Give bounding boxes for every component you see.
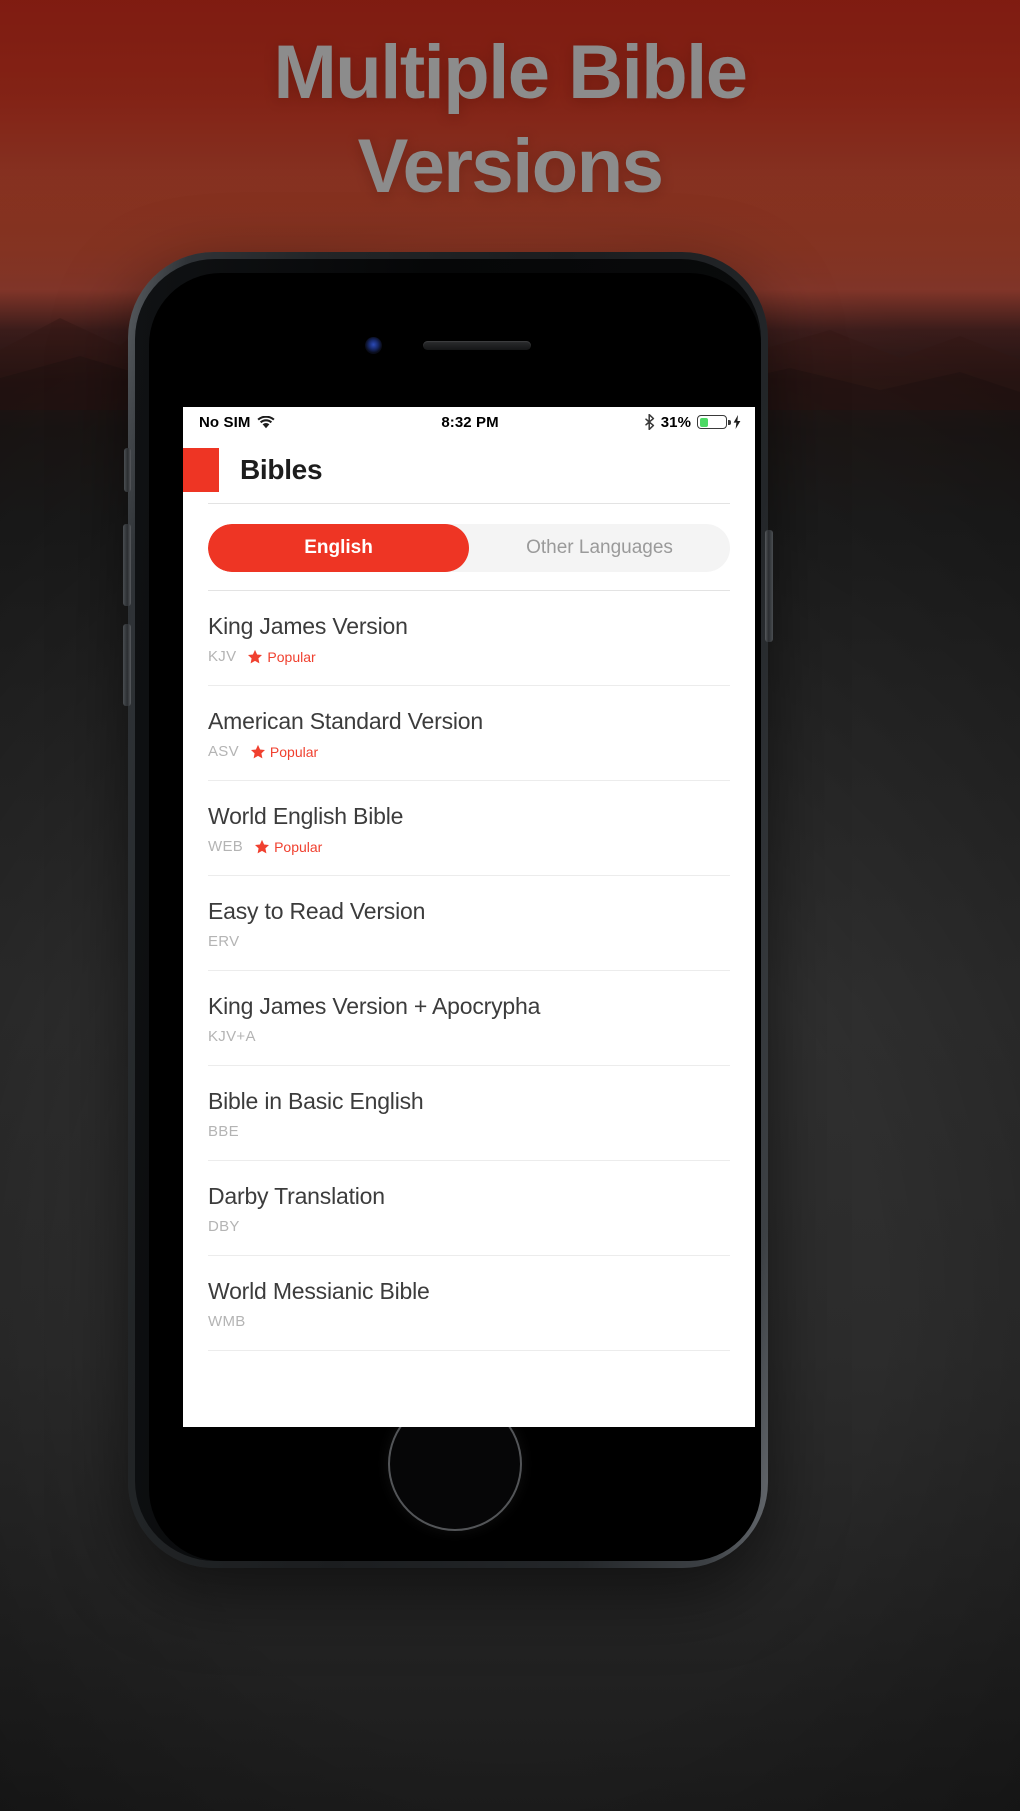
bluetooth-icon (644, 414, 655, 430)
status-badge: Popular (247, 648, 316, 665)
star-icon (255, 839, 270, 853)
device-face: No SIM 8:32 PM 31% Bibles English Other … (149, 273, 761, 1561)
power-button[interactable] (765, 530, 773, 642)
version-abbr: ERV (208, 933, 240, 950)
iphone-device-frame: No SIM 8:32 PM 31% Bibles English Other … (123, 252, 773, 1568)
front-camera-icon (365, 337, 382, 354)
version-abbr: KJV+A (208, 1028, 256, 1045)
device-bezel: No SIM 8:32 PM 31% Bibles English Other … (135, 259, 761, 1561)
star-icon (248, 649, 263, 663)
carrier-label: No SIM (199, 413, 251, 431)
phone-screen: No SIM 8:32 PM 31% Bibles English Other … (183, 407, 755, 1427)
battery-icon (697, 415, 731, 429)
bible-versions-list: King James Version KJV Popular American … (183, 591, 755, 1351)
mute-switch[interactable] (124, 448, 131, 492)
badge-label: Popular (274, 838, 323, 855)
star-icon (250, 744, 265, 758)
list-item[interactable]: King James Version KJV Popular (208, 591, 730, 686)
status-bar-center: 8:32 PM (441, 414, 498, 431)
version-abbr: WEB (208, 838, 244, 855)
version-meta: KJV+A (208, 1028, 730, 1045)
status-badge: Popular (254, 839, 322, 855)
version-title: King James Version (208, 613, 408, 639)
version-title: American Standard Version (208, 708, 483, 734)
version-meta: ASV Popular (208, 743, 730, 760)
app-brand-square-icon[interactable] (183, 448, 219, 492)
badge-label: Popular (269, 743, 319, 760)
version-meta: DBY (208, 1218, 730, 1235)
language-filter: English Other Languages (183, 504, 755, 590)
status-bar-right: 31% (499, 414, 741, 431)
version-abbr: ASV (208, 743, 239, 760)
volume-down-button[interactable] (123, 624, 131, 706)
version-title: Darby Translation (208, 1183, 385, 1209)
promo-headline-line1: Multiple Bible (273, 30, 749, 115)
list-item[interactable]: King James Version + Apocrypha KJV+A (208, 971, 730, 1066)
list-item[interactable]: Easy to Read Version ERV (208, 876, 730, 971)
version-meta: KJV Popular (208, 648, 730, 665)
version-abbr: BBE (208, 1123, 239, 1140)
version-title: Bible in Basic English (208, 1088, 424, 1114)
version-title: Easy to Read Version (208, 898, 426, 924)
navigation-bar: Bibles (183, 437, 755, 503)
app-store-promo-screenshot: Multiple Bible Versions No SIM 8:32 PM 3… (0, 0, 1020, 1811)
volume-up-button[interactable] (123, 524, 131, 606)
list-item[interactable]: Darby Translation DBY (208, 1161, 730, 1256)
status-bar-left: No SIM (199, 414, 441, 431)
status-badge: Popular (250, 744, 318, 760)
version-abbr: WMB (208, 1313, 246, 1330)
version-title: World Messianic Bible (208, 1278, 430, 1304)
clock-label: 8:32 PM (441, 413, 499, 431)
status-bar: No SIM 8:32 PM 31% (183, 407, 755, 437)
earpiece-speaker-icon (423, 341, 531, 350)
version-meta: ERV (208, 933, 730, 950)
version-title: World English Bible (208, 803, 404, 829)
version-meta: BBE (208, 1123, 730, 1140)
list-item[interactable]: World Messianic Bible WMB (208, 1256, 730, 1351)
list-item[interactable]: American Standard Version ASV Popular (208, 686, 730, 781)
battery-fill (699, 417, 709, 427)
version-abbr: KJV (208, 648, 237, 665)
promo-headline-line2: Versions (357, 124, 664, 209)
version-meta: WEB Popular (208, 838, 730, 855)
tab-english[interactable]: English (208, 524, 469, 572)
badge-label: Popular (267, 648, 316, 665)
page-title: Bibles (240, 454, 323, 485)
lightning-bolt-icon (733, 415, 741, 429)
version-abbr: DBY (208, 1218, 240, 1235)
wifi-icon (257, 415, 276, 429)
segmented-control[interactable]: English Other Languages (208, 524, 730, 572)
list-item[interactable]: World English Bible WEB Popular (208, 781, 730, 876)
version-title: King James Version + Apocrypha (208, 993, 541, 1019)
tab-other-languages[interactable]: Other Languages (469, 524, 730, 572)
version-meta: WMB (208, 1313, 730, 1330)
battery-percent-label: 31% (660, 413, 692, 431)
list-item[interactable]: Bible in Basic English BBE (208, 1066, 730, 1161)
promo-headline: Multiple Bible Versions (0, 26, 1020, 214)
